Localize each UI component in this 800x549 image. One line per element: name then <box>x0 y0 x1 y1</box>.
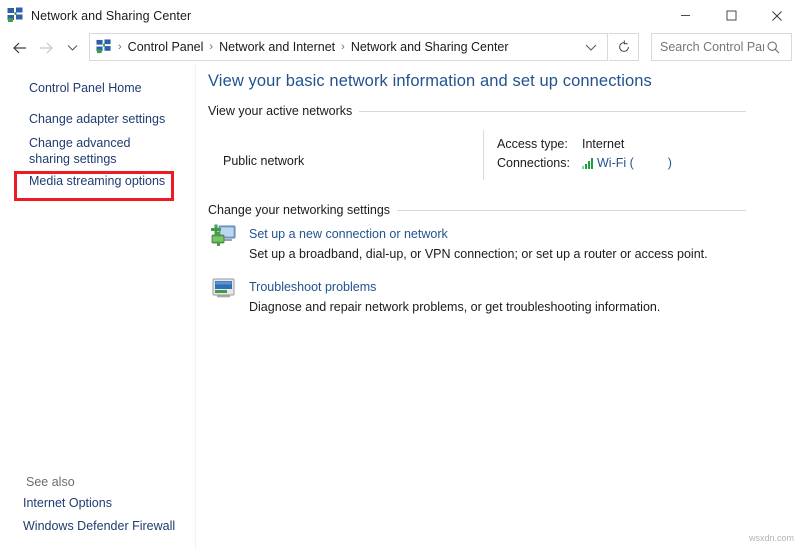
maximize-button[interactable] <box>708 0 754 31</box>
search-icon[interactable] <box>766 40 781 55</box>
troubleshoot-icon <box>211 276 237 300</box>
sidebar-item-control-panel-home[interactable]: Control Panel Home <box>29 80 142 96</box>
connections-label: Connections: <box>497 156 570 170</box>
section-heading-networking-settings: Change your networking settings <box>208 203 397 217</box>
connection-prefix: Wi-Fi ( <box>597 156 634 170</box>
access-type-label: Access type: <box>497 137 568 151</box>
connection-name <box>634 158 668 169</box>
watermark: wsxdn.com <box>749 533 794 543</box>
active-network-name: Public network <box>223 154 304 168</box>
search-box[interactable] <box>651 33 792 61</box>
network-column-divider <box>483 130 484 180</box>
see-also-internet-options[interactable]: Internet Options <box>23 496 112 510</box>
breadcrumb-network-and-sharing-center[interactable]: Network and Sharing Center <box>351 40 509 54</box>
connection-suffix: ) <box>668 156 672 170</box>
forward-button <box>33 35 59 61</box>
network-sharing-center-window: Network and Sharing Center <box>0 0 800 549</box>
sidebar-item-change-adapter-settings[interactable]: Change adapter settings <box>29 111 165 127</box>
access-type-value: Internet <box>582 137 624 151</box>
breadcrumb-separator: › <box>335 42 351 53</box>
see-also-heading: See also <box>26 475 75 489</box>
sidebar-item-media-streaming-options[interactable]: Media streaming options <box>29 173 165 189</box>
page-title: View your basic network information and … <box>208 72 652 91</box>
breadcrumb-separator: › <box>112 42 128 53</box>
back-button[interactable] <box>7 35 33 61</box>
task-description-set-up-new-connection: Set up a broadband, dial-up, or VPN conn… <box>249 247 708 261</box>
close-button[interactable] <box>754 0 800 31</box>
task-link-set-up-new-connection[interactable]: Set up a new connection or network <box>249 227 448 241</box>
connections-value[interactable]: Wi-Fi ( ) <box>582 156 672 170</box>
sidebar: Control Panel Home Change adapter settin… <box>0 64 196 549</box>
title-bar: Network and Sharing Center <box>0 0 800 31</box>
breadcrumb-separator: › <box>203 42 219 53</box>
task-link-troubleshoot-problems[interactable]: Troubleshoot problems <box>249 280 376 294</box>
window-title: Network and Sharing Center <box>31 9 191 23</box>
main-content: View your basic network information and … <box>197 64 800 549</box>
section-heading-active-networks: View your active networks <box>208 104 359 118</box>
see-also-windows-defender-firewall[interactable]: Windows Defender Firewall <box>23 519 175 533</box>
recent-locations-chevron-down-icon[interactable] <box>59 35 85 61</box>
search-input[interactable] <box>660 40 764 54</box>
wifi-signal-icon <box>582 158 593 169</box>
breadcrumb-network-and-internet[interactable]: Network and Internet <box>219 40 335 54</box>
sidebar-item-change-advanced-sharing-settings[interactable]: Change advanced sharing settings <box>29 135 174 167</box>
new-connection-icon <box>211 224 237 248</box>
network-sharing-icon <box>7 7 24 24</box>
address-network-icon <box>96 39 112 55</box>
minimize-button[interactable] <box>662 0 708 31</box>
address-bar[interactable]: › Control Panel › Network and Internet ›… <box>89 33 608 61</box>
task-description-troubleshoot-problems: Diagnose and repair network problems, or… <box>249 300 660 314</box>
window-controls <box>662 0 800 31</box>
breadcrumb-control-panel[interactable]: Control Panel <box>128 40 204 54</box>
refresh-button[interactable] <box>609 33 639 61</box>
address-chevron-down-icon[interactable] <box>585 43 597 52</box>
